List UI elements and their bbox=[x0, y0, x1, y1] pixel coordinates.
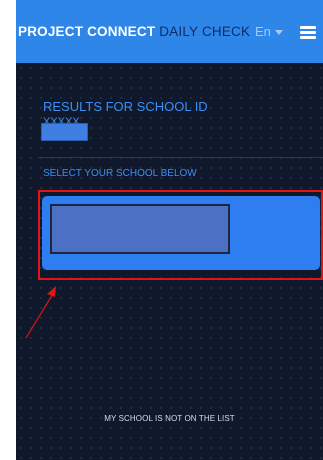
select-school-label: SELECT YOUR SCHOOL BELOW bbox=[43, 168, 197, 179]
language-label: En bbox=[255, 24, 271, 39]
results-panel: RESULTS FOR SCHOOL ID XXXXX SELECT YOUR … bbox=[16, 63, 323, 460]
language-selector[interactable]: En bbox=[255, 24, 283, 39]
hamburger-menu-icon[interactable] bbox=[300, 26, 316, 39]
results-title: RESULTS FOR SCHOOL ID bbox=[43, 99, 208, 114]
app-header: PROJECT CONNECT DAILY CHECK En bbox=[16, 0, 323, 63]
brand-title: PROJECT CONNECT DAILY CHECK bbox=[18, 24, 250, 39]
brand-secondary: DAILY CHECK bbox=[159, 24, 251, 39]
caret-down-icon bbox=[274, 30, 283, 36]
school-id-redaction bbox=[41, 123, 88, 141]
school-id-text: XXXXX bbox=[43, 116, 80, 123]
brand-primary: PROJECT CONNECT bbox=[18, 24, 156, 39]
annotation-highlight-box bbox=[38, 190, 323, 280]
school-not-listed-link[interactable]: MY SCHOOL IS NOT ON THE LIST bbox=[16, 414, 323, 423]
section-divider bbox=[38, 157, 323, 158]
app-frame: PROJECT CONNECT DAILY CHECK En RESULTS F… bbox=[16, 0, 323, 460]
